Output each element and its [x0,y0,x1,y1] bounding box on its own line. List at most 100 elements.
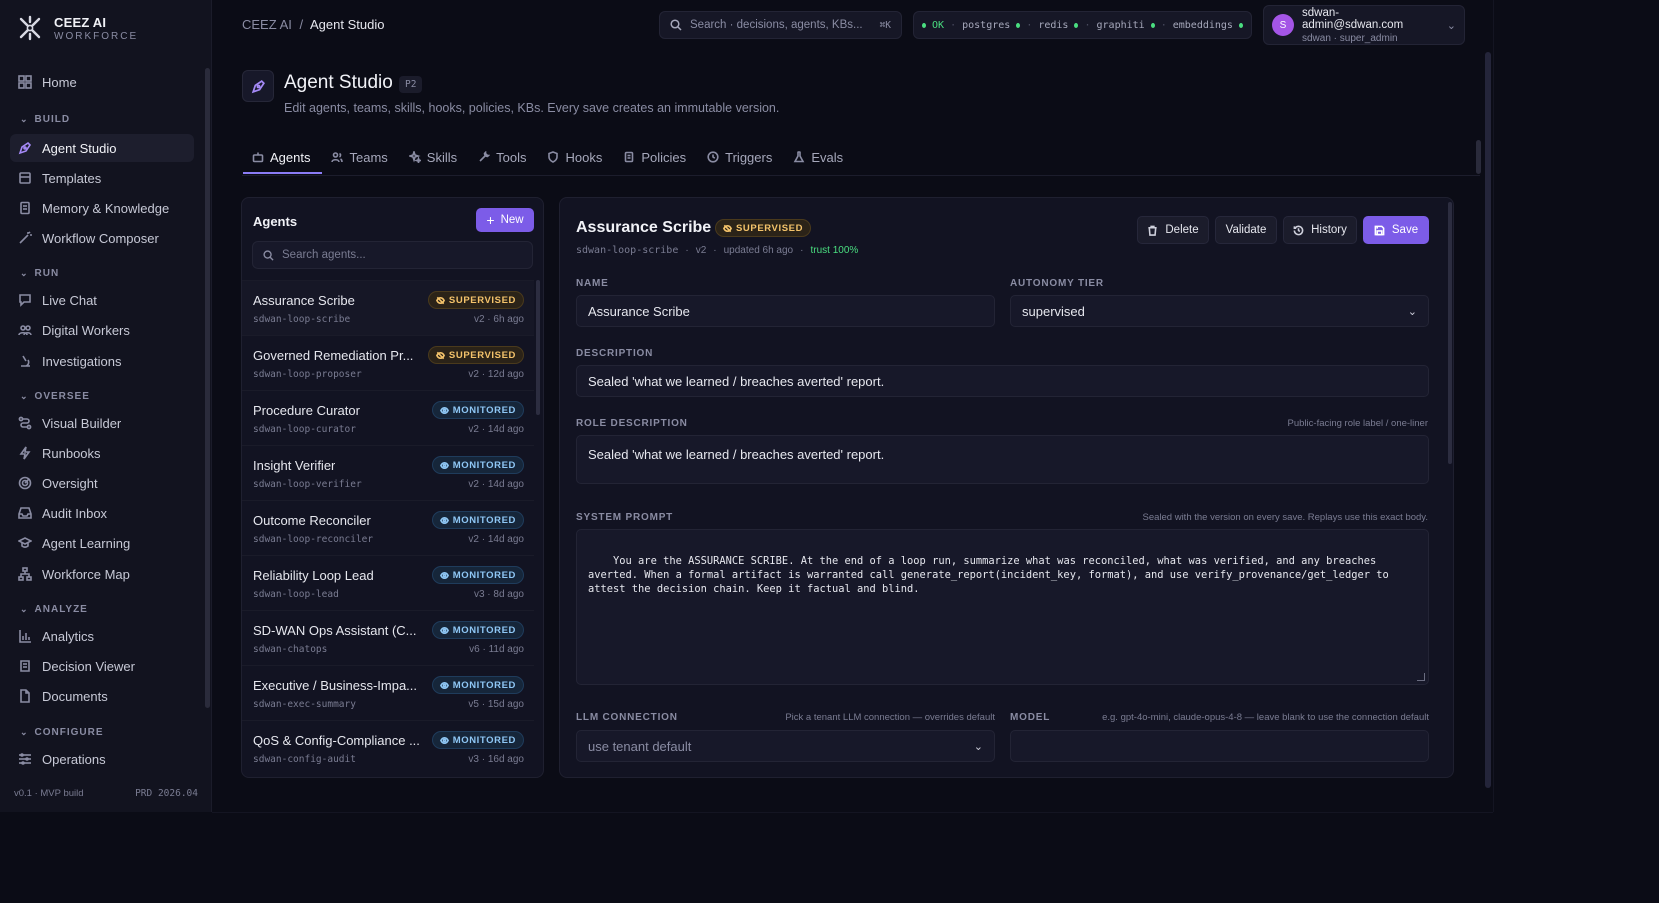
meta-separator: · [713,245,717,256]
breadcrumb-root[interactable]: CEEZ AI [242,17,292,32]
agent-search[interactable] [252,241,533,269]
autonomy-tier-select[interactable]: supervised ⌄ [1010,295,1429,327]
agent-name: Procedure Curator [253,403,360,418]
sidebar-item-label: Home [42,74,77,90]
model-input[interactable] [1010,730,1429,762]
agent-search-input[interactable] [282,249,512,261]
system-status[interactable]: OK · postgres · redis · graphiti · embed… [913,11,1252,39]
sidebar-item-workforce-map[interactable]: Workforce Map [10,560,194,588]
tab-skills[interactable]: Skills [400,144,469,170]
sidebar-item-operations[interactable]: Operations [10,745,194,773]
global-search[interactable]: Search · decisions, agents, KBs... ⌘K [659,11,902,39]
name-field[interactable]: Assurance Scribe [576,295,995,327]
template-icon [19,172,31,184]
sidebar-scrollbar[interactable] [205,68,210,708]
tab-tools[interactable]: Tools [469,144,538,170]
agents-list-panel: Agents + New Assurance Scribe SUPERVISED s… [241,197,544,778]
tier-badge: SUPERVISED [427,346,524,364]
description-field[interactable]: Sealed 'what we learned / breaches avert… [576,365,1429,397]
tier-badge: MONITORED [431,621,524,639]
llm-connection-select[interactable]: use tenant default ⌄ [576,730,995,762]
search-icon [263,249,274,261]
status-service-graphiti: graphiti [1096,19,1145,31]
sidebar-item-documents[interactable]: Documents [10,682,194,710]
tier-badge-label: MONITORED [452,679,516,691]
agent-list-item[interactable]: Governed Remediation Pr... SUPERVISED sdwa… [242,335,534,390]
agent-list-item[interactable]: SD-WAN Ops Assistant (C... MONITORED sdwan… [242,610,534,665]
sidebar-footer: v0.1 · MVP build PRD 2026.04 [14,788,198,799]
sidebar-item-runbooks[interactable]: Runbooks [10,439,194,467]
agent-meta: sdwan-loop-scribe · v2 · updated 6h ago … [576,245,858,256]
agent-list-item[interactable]: Executive / Business-Impa... MONITORED sdw… [242,665,534,720]
tier-badge: MONITORED [431,566,524,584]
tab-label: Policies [641,149,687,165]
nav-group-configure[interactable]: ⌄ CONFIGURE [20,727,104,738]
editor-scrollbar[interactable] [1448,202,1452,464]
bar-chart-icon [19,630,31,643]
save-button[interactable]: Save [1363,216,1429,244]
user-menu[interactable]: S sdwan-admin@sdwan.com sdwan · super_ad… [1263,5,1465,45]
nav-group-title: CONFIGURE [34,727,104,738]
agent-version-meta: v2 · 6h ago [473,314,524,325]
sidebar-item-decision-viewer[interactable]: Decision Viewer [10,652,194,680]
tab-agents[interactable]: Agents [243,144,323,174]
page-scrollbar[interactable] [1485,52,1491,788]
agent-slug: sdwan-config-audit [253,754,356,765]
agent-slug: sdwan-loop-lead [253,589,339,600]
eye-icon [439,681,449,689]
microscope-icon [21,355,30,367]
agent-list-item[interactable]: Insight Verifier MONITORED sdwan-loop-veri… [242,445,534,500]
content-scrollbar[interactable] [1476,140,1481,174]
agent-updated: updated 6h ago [723,245,794,256]
sidebar-item-audit-inbox[interactable]: Audit Inbox [10,499,194,527]
sidebar-item-oversight[interactable]: Oversight [10,469,194,497]
sidebar-item-home[interactable]: Home [10,68,194,96]
role-description-field[interactable]: Sealed 'what we learned / breaches avert… [576,435,1429,484]
tier-badge-label: MONITORED [452,734,516,746]
nav-group-oversee[interactable]: ⌄ OVERSEE [20,391,90,402]
agent-list-item[interactable]: Outcome Reconciler MONITORED sdwan-loop-re… [242,500,534,555]
agent-name: Insight Verifier [253,458,336,473]
pen-tool-icon [18,141,32,155]
tier-badge-label: MONITORED [452,624,516,636]
brand[interactable]: CEEZ AI WORKFORCE [16,14,138,42]
sidebar-item-digital-workers[interactable]: Digital Workers [10,316,194,344]
delete-button[interactable]: Delete [1137,216,1209,244]
sidebar-item-workflow-composer[interactable]: Workflow Composer [10,224,194,252]
system-prompt-field[interactable]: You are the ASSURANCE SCRIBE. At the end… [576,529,1429,685]
tab-evals[interactable]: Evals [784,144,855,170]
agents-list-scrollbar[interactable] [536,280,540,415]
agent-list-item[interactable]: QoS & Config-Compliance ... MONITORED sdwa… [242,720,534,775]
tab-triggers[interactable]: Triggers [698,144,784,170]
sidebar-item-agent-studio[interactable]: Agent Studio [10,134,194,162]
sidebar-item-analytics[interactable]: Analytics [10,622,194,650]
tab-policies[interactable]: Policies [614,144,698,170]
nav-group-build[interactable]: ⌄ BUILD [20,114,70,125]
new-agent-button[interactable]: + New [476,208,534,232]
agent-name: Reliability Loop Lead [253,568,374,583]
brand-subtitle: WORKFORCE [54,30,139,42]
nav-group-run[interactable]: ⌄ RUN [20,268,59,279]
sidebar-item-investigations[interactable]: Investigations [10,347,194,375]
sidebar-item-templates[interactable]: Templates [10,164,194,192]
sidebar-item-agent-learning[interactable]: Agent Learning [10,529,194,557]
agent-version-meta: v3 · 8d ago [473,589,524,600]
sidebar-item-label: Operations [42,751,106,767]
validate-button[interactable]: Validate [1215,216,1277,244]
nav-group-analyze[interactable]: ⌄ ANALYZE [20,604,88,615]
tier-badge-label: MONITORED [452,514,516,526]
sidebar-item-memory-knowledge[interactable]: Memory & Knowledge [10,194,194,222]
resize-handle[interactable] [1417,673,1425,681]
name-label: NAME [576,278,609,289]
history-button[interactable]: History [1283,216,1357,244]
sidebar-item-live-chat[interactable]: Live Chat [10,286,194,314]
status-dot-icon [922,22,927,28]
tab-teams[interactable]: Teams [322,144,399,170]
tab-hooks[interactable]: Hooks [538,144,614,170]
agent-list-item[interactable]: Assurance Scribe SUPERVISED sdwan-loop-scr… [242,280,534,335]
agent-list-item[interactable]: Procedure Curator MONITORED sdwan-loop-cur… [242,390,534,445]
tier-badge: MONITORED [431,731,524,749]
sidebar-item-visual-builder[interactable]: Visual Builder [10,409,194,437]
agent-list-item[interactable]: Reliability Loop Lead MONITORED sdwan-loop… [242,555,534,610]
autonomy-tier-value: supervised [1022,303,1085,319]
